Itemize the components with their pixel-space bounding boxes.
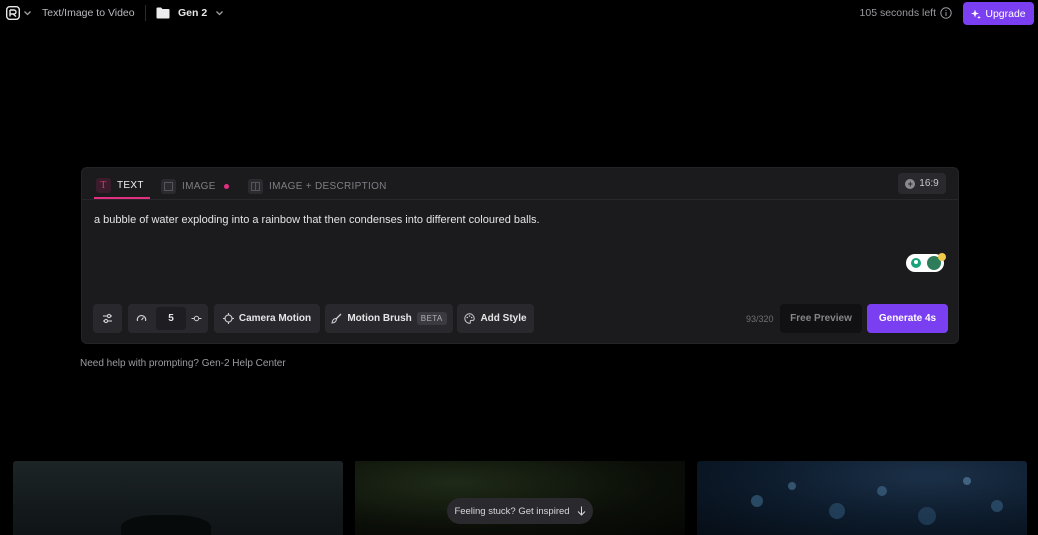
image-description-icon xyxy=(248,178,263,194)
divider xyxy=(145,5,146,21)
character-count: 93/320 xyxy=(746,314,774,324)
plus-circle-icon: + xyxy=(905,178,916,189)
settings-sliders-icon xyxy=(103,313,112,324)
speedometer-icon xyxy=(136,314,147,322)
credits-remaining: 105 seconds left xyxy=(859,7,936,19)
text-icon: T xyxy=(96,177,111,193)
grammarly-widget-icon[interactable] xyxy=(906,252,948,274)
motion-brush-label: Motion Brush xyxy=(347,313,412,324)
help-center-link[interactable]: Need help with prompting? Gen-2 Help Cen… xyxy=(80,358,286,369)
motion-speed-value[interactable]: 5 xyxy=(156,307,186,330)
breadcrumb-tool[interactable]: Text/Image to Video xyxy=(42,7,135,19)
aspect-ratio-button[interactable]: + 16:9 xyxy=(898,173,946,194)
add-style-label: Add Style xyxy=(480,313,527,324)
sparkle-icon xyxy=(971,9,982,19)
upgrade-label: Upgrade xyxy=(985,7,1026,20)
free-preview-button[interactable]: Free Preview xyxy=(780,304,862,333)
tab-text[interactable]: T TEXT xyxy=(94,173,150,199)
project-name[interactable]: Gen 2 xyxy=(178,7,207,19)
beta-badge: BETA xyxy=(416,312,447,325)
mode-tabs: T TEXT IMAGE IMAGE + DESCRIPTION + 16:9 xyxy=(82,168,958,200)
folder-icon xyxy=(156,7,170,19)
thumbnail-silhouette xyxy=(121,515,211,535)
add-style-button[interactable]: Add Style xyxy=(457,304,534,333)
camera-motion-icon xyxy=(222,313,234,324)
arrow-down-icon xyxy=(577,506,585,516)
inspiration-thumbnail[interactable] xyxy=(13,461,343,535)
generation-panel: T TEXT IMAGE IMAGE + DESCRIPTION + 16:9 … xyxy=(81,167,959,344)
settings-button[interactable] xyxy=(93,304,122,333)
slider-icon xyxy=(191,315,202,322)
tab-image-label: IMAGE xyxy=(182,180,216,192)
new-indicator-dot xyxy=(223,183,229,189)
generate-button[interactable]: Generate 4s xyxy=(867,304,948,333)
image-icon xyxy=(161,178,176,194)
aspect-ratio-value: 16:9 xyxy=(919,178,939,189)
tab-image[interactable]: IMAGE xyxy=(161,173,229,199)
chevron-down-icon[interactable] xyxy=(215,9,224,17)
thumbnail-bubbles-art xyxy=(751,477,1003,525)
tab-image-description[interactable]: IMAGE + DESCRIPTION xyxy=(248,173,387,199)
brush-icon xyxy=(331,313,342,324)
upgrade-button[interactable]: Upgrade xyxy=(963,2,1034,25)
prompt-input[interactable]: a bubble of water exploding into a rainb… xyxy=(94,213,944,227)
get-inspired-label: Feeling stuck? Get inspired xyxy=(454,505,570,517)
motion-speed-control[interactable]: 5 xyxy=(128,304,208,333)
info-icon[interactable] xyxy=(940,7,952,19)
top-bar: Text/Image to Video Gen 2 105 seconds le… xyxy=(0,0,1038,26)
chevron-down-icon[interactable] xyxy=(23,9,32,17)
palette-icon xyxy=(464,313,476,324)
get-inspired-button[interactable]: Feeling stuck? Get inspired xyxy=(447,498,593,524)
tab-text-label: TEXT xyxy=(117,179,144,191)
inspiration-thumbnail[interactable] xyxy=(697,461,1027,535)
tab-image-description-label: IMAGE + DESCRIPTION xyxy=(269,180,387,192)
camera-motion-label: Camera Motion xyxy=(238,313,312,324)
runway-logo-icon[interactable] xyxy=(6,6,20,20)
motion-brush-button[interactable]: Motion Brush BETA xyxy=(325,304,453,333)
camera-motion-button[interactable]: Camera Motion xyxy=(214,304,320,333)
